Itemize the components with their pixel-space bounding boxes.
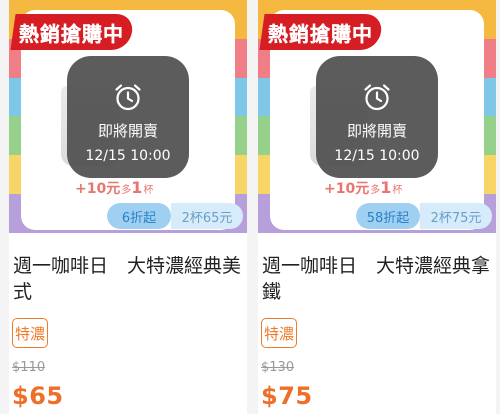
product-card[interactable]: 熱銷搶購中 即將開賣 12/15 10:00 +10元多1杯 58折起 2杯75…: [258, 0, 496, 414]
alarm-clock-icon: [364, 84, 390, 111]
promo-one: 1: [131, 178, 143, 197]
original-price: $110: [12, 360, 46, 375]
product-tag: 特濃: [261, 318, 297, 348]
discount-label: 6折起: [107, 203, 171, 229]
discount-badge: 6折起 2杯65元: [107, 203, 243, 229]
coming-soon-label: 即將開賣: [97, 122, 158, 140]
promo-one: 1: [380, 178, 392, 197]
promo-cup: 杯: [392, 185, 403, 196]
product-title[interactable]: 週一咖啡日 大特濃經典拿鐵: [262, 253, 492, 305]
promo-amount: +10元: [324, 181, 370, 197]
hot-sale-banner: 熱銷搶購中: [13, 14, 132, 50]
coming-soon-label: 即將開賣: [346, 122, 407, 140]
coming-soon-overlay: 即將開賣 12/15 10:00: [67, 56, 189, 178]
sale-price: $75: [261, 382, 313, 410]
product-image[interactable]: 熱銷搶購中 即將開賣 12/15 10:00 +10元多1杯 58折起 2杯75…: [258, 0, 496, 233]
alarm-clock-icon: [115, 84, 141, 111]
bundle-price-label: 2杯65元: [171, 203, 243, 229]
promo-text: +10元多1杯: [75, 178, 153, 198]
promo-cup: 杯: [143, 185, 154, 196]
promo-amount: +10元: [75, 181, 121, 197]
sale-price: $65: [12, 382, 64, 410]
product-card[interactable]: 熱銷搶購中 即將開賣 12/15 10:00 +10元多1杯 6折起 2杯65元…: [9, 0, 247, 414]
discount-label: 58折起: [356, 203, 420, 229]
bundle-price-label: 2杯75元: [420, 203, 492, 229]
product-tag: 特濃: [12, 318, 48, 348]
sale-start-time: 12/15 10:00: [85, 148, 171, 164]
hot-sale-banner: 熱銷搶購中: [262, 14, 381, 50]
promo-text: +10元多1杯: [324, 178, 402, 198]
sale-start-time: 12/15 10:00: [334, 148, 420, 164]
coming-soon-overlay: 即將開賣 12/15 10:00: [316, 56, 438, 178]
promo-many: 多: [370, 185, 381, 196]
hot-sale-label: 熱銷搶購中: [19, 21, 124, 46]
original-price: $130: [261, 360, 295, 375]
discount-badge: 58折起 2杯75元: [356, 203, 492, 229]
product-title[interactable]: 週一咖啡日 大特濃經典美式: [13, 253, 243, 305]
hot-sale-label: 熱銷搶購中: [268, 21, 373, 46]
promo-many: 多: [121, 185, 132, 196]
product-image[interactable]: 熱銷搶購中 即將開賣 12/15 10:00 +10元多1杯 6折起 2杯65元: [9, 0, 247, 233]
